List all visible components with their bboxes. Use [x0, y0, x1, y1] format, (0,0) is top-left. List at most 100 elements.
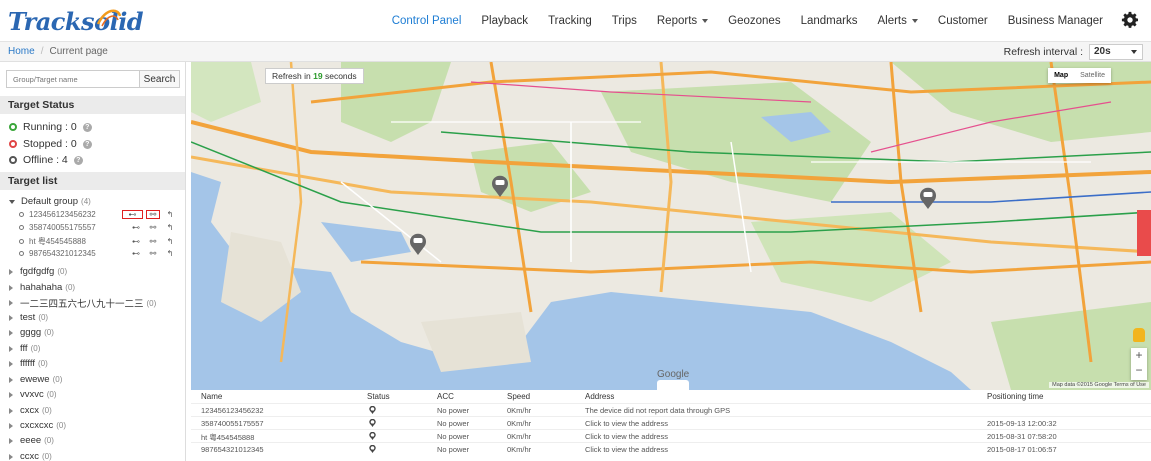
search-input[interactable] [6, 70, 140, 88]
nav-trips[interactable]: Trips [612, 15, 637, 27]
map-type-satellite-button[interactable]: Satellite [1074, 68, 1111, 83]
tree-group[interactable]: vvxvc (0) [9, 389, 57, 400]
vehicle-marker-icon[interactable] [919, 186, 937, 210]
column-address: Address [585, 392, 615, 401]
tree-group[interactable]: ffffff (0) [9, 358, 48, 369]
tree-group[interactable]: eeee (0) [9, 435, 54, 446]
group-name: ewewe [20, 374, 50, 385]
breadcrumb-home[interactable]: Home [8, 46, 35, 57]
help-icon[interactable]: ? [73, 155, 83, 165]
zoom-in-button[interactable]: + [1131, 348, 1147, 363]
binoculars-icon[interactable]: ⊷ [129, 249, 143, 258]
gear-icon[interactable] [1121, 11, 1139, 29]
tree-group[interactable]: fff (0) [9, 343, 40, 354]
map-attribution[interactable]: Map data ©2015 Google Terms of Use [1049, 382, 1149, 388]
help-icon[interactable]: ? [82, 122, 92, 132]
tree-group[interactable]: cxcxcxc (0) [9, 420, 66, 431]
group-name: fgdfgdfg [20, 266, 55, 277]
group-name: fff [20, 343, 28, 354]
search-button[interactable]: Search [140, 70, 180, 88]
tree-group[interactable]: test (0) [9, 312, 48, 323]
alert-side-tab[interactable] [1137, 210, 1151, 256]
playback-bike-icon[interactable]: ⚯ [146, 249, 160, 258]
status-running[interactable]: Running : 0 ? [9, 121, 92, 133]
cell-address[interactable]: Click to view the address [585, 445, 668, 454]
chevron-down-icon[interactable] [657, 380, 689, 390]
sidebar: Search Target Status Running : 0 ? Stopp… [0, 62, 186, 461]
device-actions: ⊷ ⚯ ↰ [119, 210, 177, 219]
binoculars-icon[interactable]: ⊷ [129, 237, 143, 246]
status-offline-label: Offline : 4 [23, 154, 68, 166]
vehicle-marker-icon[interactable] [491, 174, 509, 198]
offline-status-icon [9, 156, 17, 164]
binoculars-icon[interactable]: ⊷ [122, 210, 143, 219]
cell-name: 123456123456232 [201, 406, 264, 415]
device-row[interactable]: 987654321012345 ⊷ ⚯ ↰ [19, 249, 179, 258]
tree-group[interactable]: 一二三四五六七八九十一二三 (0) [9, 296, 156, 310]
nav-tracking[interactable]: Tracking [548, 15, 592, 27]
tree-group[interactable]: hahahaha (0) [9, 282, 75, 293]
group-count: (4) [81, 197, 91, 206]
cell-address[interactable]: Click to view the address [585, 432, 668, 441]
device-row[interactable]: ht 粤454545888 ⊷ ⚯ ↰ [19, 236, 179, 247]
column-positioning-time: Positioning time [987, 392, 1044, 401]
tracksolid-logo[interactable]: Tracksolid [8, 6, 144, 36]
tree-group[interactable]: fgdfgdfg (0) [9, 266, 67, 277]
table-row[interactable]: ht 粤454545888 No power 0Km/hr Click to v… [191, 429, 1151, 442]
nav-reports[interactable]: Reports [657, 15, 709, 27]
playback-bike-icon[interactable]: ⚯ [146, 237, 160, 246]
device-actions: ⊷ ⚯ ↰ [126, 249, 177, 258]
help-icon[interactable]: ? [82, 139, 92, 149]
status-stopped[interactable]: Stopped : 0 ? [9, 138, 92, 150]
refresh-interval-value: 20s [1094, 46, 1111, 57]
offline-dot-icon [19, 251, 24, 256]
offline-dot-icon [19, 225, 24, 230]
street-view-pegman-icon[interactable] [1133, 328, 1145, 342]
vehicle-marker-icon[interactable] [409, 232, 427, 256]
share-icon[interactable]: ↰ [163, 237, 177, 246]
nav-customer[interactable]: Customer [938, 15, 988, 27]
tree-group-default[interactable]: Default group (4) [9, 196, 91, 207]
table-row[interactable]: 123456123456232 No power 0Km/hr The devi… [191, 403, 1151, 416]
status-offline[interactable]: Offline : 4 ? [9, 154, 83, 166]
nav-playback[interactable]: Playback [481, 15, 528, 27]
group-count: (0) [52, 375, 63, 384]
tree-group[interactable]: ccxc (0) [9, 451, 52, 461]
playback-bike-icon[interactable]: ⚯ [146, 223, 160, 232]
map-type-map-button[interactable]: Map [1048, 68, 1074, 83]
binoculars-icon[interactable]: ⊷ [129, 223, 143, 232]
nav-control-panel[interactable]: Control Panel [392, 15, 462, 27]
device-row[interactable]: 123456123456232 ⊷ ⚯ ↰ [19, 210, 179, 219]
map-refresh-countdown: Refresh in 19 seconds [265, 68, 364, 84]
device-imei: ht 粤454545888 [29, 237, 86, 246]
nav-geozones[interactable]: Geozones [728, 15, 780, 27]
zoom-out-button[interactable]: − [1131, 363, 1147, 378]
nav-alerts-label: Alerts [877, 15, 907, 27]
device-row[interactable]: 358740055175557 ⊷ ⚯ ↰ [19, 223, 179, 232]
playback-bike-icon[interactable]: ⚯ [146, 210, 160, 219]
nav-landmarks[interactable]: Landmarks [801, 15, 858, 27]
zoom-control: + − [1131, 348, 1147, 380]
nav-alerts[interactable]: Alerts [877, 15, 918, 27]
group-count: (0) [42, 406, 52, 415]
tree-group[interactable]: gggg (0) [9, 327, 54, 338]
share-icon[interactable]: ↰ [163, 223, 177, 232]
group-count: (0) [46, 390, 57, 399]
refresh-prefix: Refresh in [272, 71, 311, 81]
location-pin-icon [369, 419, 376, 429]
share-icon[interactable]: ↰ [163, 210, 177, 219]
refresh-interval-select[interactable]: 20s [1089, 44, 1143, 60]
nav-business-manager[interactable]: Business Manager [1008, 15, 1103, 27]
logo-swoosh-icon [96, 9, 122, 27]
map-view[interactable]: Refresh in 19 seconds Map Satellite + − … [191, 62, 1151, 390]
table-row[interactable]: 358740055175557 No power 0Km/hr Click to… [191, 416, 1151, 429]
share-icon[interactable]: ↰ [163, 249, 177, 258]
tree-group[interactable]: ewewe (0) [9, 374, 62, 385]
table-row[interactable]: 987654321012345 No power 0Km/hr Click to… [191, 442, 1151, 454]
tree-group[interactable]: cxcx (0) [9, 405, 52, 416]
cell-time: 2015-08-31 07:58:20 [987, 432, 1057, 441]
location-pin-icon [369, 406, 376, 416]
group-count: (0) [42, 452, 52, 461]
cell-address[interactable]: Click to view the address [585, 419, 668, 428]
column-acc: ACC [437, 392, 454, 401]
